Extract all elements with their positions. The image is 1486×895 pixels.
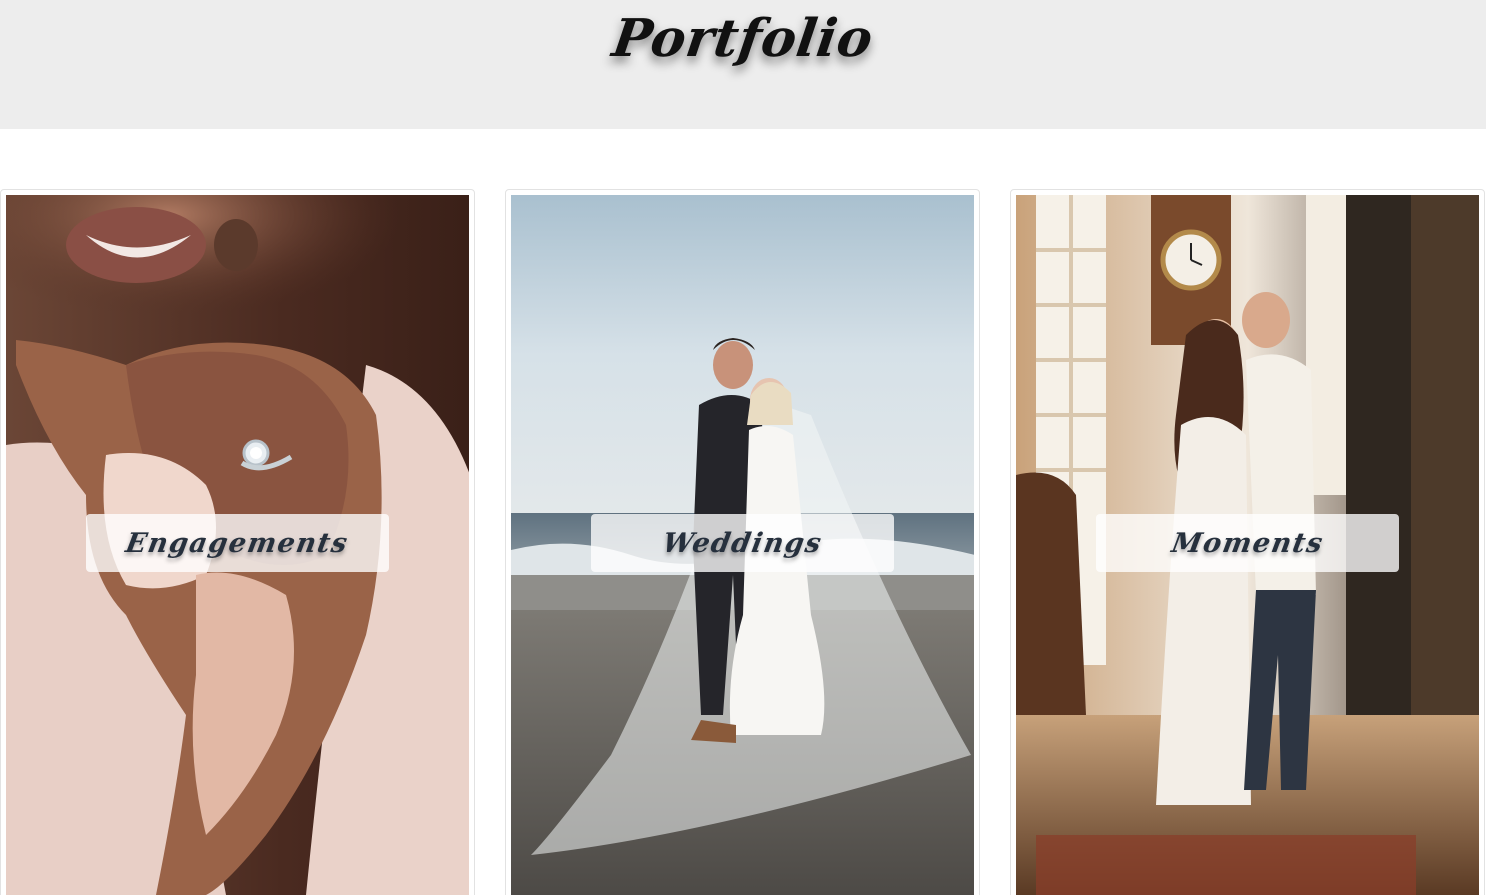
page-title: Portfolio [608,8,878,69]
moments-photo: Moments [1016,195,1479,895]
moments-label: Moments [1169,527,1326,559]
page-header: Portfolio [0,0,1486,129]
engagements-label-box[interactable]: Engagements [86,514,389,572]
portfolio-card-moments[interactable]: Moments [1010,189,1485,895]
portfolio-card-weddings[interactable]: Weddings [505,189,980,895]
engagement-photo: Engagements [6,195,469,895]
portfolio-card-engagements[interactable]: Engagements [0,189,475,895]
weddings-label: Weddings [660,527,825,559]
wedding-photo: Weddings [511,195,974,895]
weddings-label-box[interactable]: Weddings [591,514,894,572]
engagements-label: Engagements [123,527,352,559]
moments-label-box[interactable]: Moments [1096,514,1399,572]
